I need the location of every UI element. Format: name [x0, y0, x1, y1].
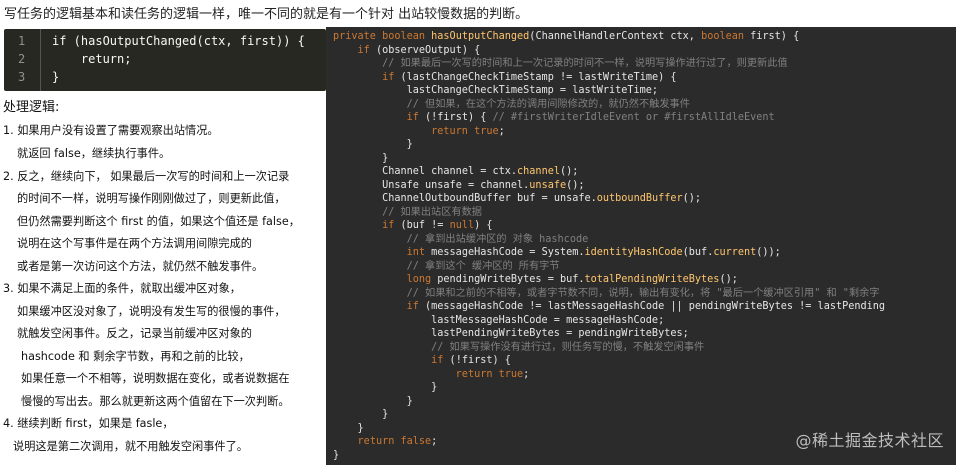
- explanation-line: 如果缓冲区没对象了，说明没有发生写的很慢的事件，: [17, 305, 286, 318]
- explanation-line: 就触发空闲事件。反之，记录当前缓冲区对象的: [17, 327, 252, 340]
- watermark: @稀土掘金技术社区: [795, 431, 944, 450]
- explanation-line: 或者是第一次访问这个方法，就仍然不触发事件。: [17, 260, 264, 273]
- code-line: // 但如果，在这个方法的调用间隙修改的，就仍然不触发事件: [406, 98, 690, 110]
- intro-text: 写任务的逻辑基本和读任务的逻辑一样，唯一不同的就是有一个针对 出站较慢数据的判断…: [4, 7, 529, 22]
- explanation-line: 慢慢的写出去。那么就更新这两个值留在下一次判断。: [21, 395, 290, 408]
- code-line: Unsafe unsafe = channel.unsafe();: [382, 179, 585, 191]
- line-number: 3: [18, 70, 26, 84]
- code-line: if (lastChangeCheckTimeStamp != lastWrit…: [382, 71, 677, 83]
- explanation-line: 3. 如果不满足上面的条件，就取出缓冲区对象，: [3, 282, 241, 295]
- code-line: }: [333, 449, 340, 461]
- code-line: long pendingWriteBytes = buf.totalPendin…: [406, 274, 738, 285]
- snippet-line: if (hasOutputChanged(ctx, first)) {: [52, 34, 305, 48]
- code-line: }: [333, 152, 389, 164]
- code-line: lastMessageHashCode = messageHashCode;: [333, 314, 665, 326]
- code-line: if (buf != null) {: [382, 220, 493, 231]
- code-line: return false;: [357, 436, 438, 447]
- code-line: }: [333, 422, 364, 434]
- explanation-line: 说明这是第二次调用，就不用触发空闲事件了。: [13, 440, 248, 453]
- explanation-line: 说明在这个写事件是在两个方法调用间隙完成的: [17, 237, 252, 250]
- snippet-line: return;: [52, 52, 132, 66]
- code-line: if (!first) {: [431, 355, 511, 366]
- code-editor: private boolean hasOutputChanged(Channel…: [326, 27, 956, 465]
- code-line: if (observeOutput) {: [357, 44, 481, 56]
- code-line: }: [333, 395, 413, 407]
- explanation-line: 如果任意一个不相等，说明数据在变化，或者说数据在: [21, 372, 290, 385]
- snippet-line: }: [52, 70, 60, 84]
- explanation-line: 1. 如果用户没有设置了需要观察出站情况。: [3, 124, 219, 137]
- code-line: // 如果最后一次写的时间和上一次记录的时间不一样，说明写操作进行过了，则更新此…: [382, 58, 788, 69]
- code-line: // 如果和之前的不相等，或者字节数不同，说明，输出有变化，将 "最后一个缓冲区…: [406, 287, 880, 299]
- explanation-line: 的时间不一样，说明写操作刚刚做过了，则更新此值，: [17, 192, 286, 205]
- code-line: lastPendingWriteBytes = pendingWriteByte…: [333, 328, 689, 339]
- code-line: // 拿到出站缓冲区的 对象 hashcode: [406, 233, 589, 245]
- code-line: }: [333, 139, 413, 150]
- code-line: if (!first) { // #firstWriterIdleEvent o…: [406, 112, 775, 123]
- code-line: return true;: [455, 368, 530, 380]
- explanation-line: 4. 继续判断 first，如果是 fasle，: [3, 417, 174, 430]
- line-number: 2: [18, 52, 26, 66]
- explanation-line: 但仍然需要判断这个 first 的值，如果这个值还是 false，: [17, 215, 300, 228]
- code-line: lastChangeCheckTimeStamp = lastWriteTime…: [333, 85, 659, 96]
- code-snippet-box: 1 2 3 if (hasOutputChanged(ctx, first)) …: [4, 29, 326, 91]
- code-line: }: [333, 409, 389, 420]
- code-line: private boolean hasOutputChanged(Channel…: [333, 31, 800, 42]
- explanation-title: 处理逻辑:: [3, 100, 60, 115]
- code-line: int messageHashCode = System.identityHas…: [406, 247, 781, 258]
- line-number: 1: [18, 34, 26, 48]
- explanation-line: 就返回 false，继续执行事件。: [17, 147, 171, 160]
- code-line: return true;: [431, 125, 505, 137]
- explanation-line: hashcode 和 剩余字节数，再和之前的比较，: [21, 350, 250, 363]
- line-number-gutter: 1 2 3: [4, 29, 41, 91]
- code-line: // 如果出站区有数据: [382, 206, 482, 218]
- explanation-panel: 处理逻辑: 1. 如果用户没有设置了需要观察出站情况。 就返回 false，继续…: [0, 93, 326, 465]
- code-line: // 拿到这个 缓冲区的 所有字节: [406, 260, 560, 272]
- code-line: }: [333, 382, 438, 393]
- code-line: ChannelOutboundBuffer buf = unsafe.outbo…: [382, 193, 702, 204]
- code-line: Channel channel = ctx.channel();: [382, 166, 579, 177]
- code-line: // 如果写操作没有进行过，则任务写的慢，不触发空闲事件: [431, 341, 705, 353]
- code-line: if (messageHashCode != lastMessageHashCo…: [406, 301, 886, 312]
- explanation-line: 2. 反之，继续向下， 如果最后一次写的时间和上一次记录: [3, 170, 290, 183]
